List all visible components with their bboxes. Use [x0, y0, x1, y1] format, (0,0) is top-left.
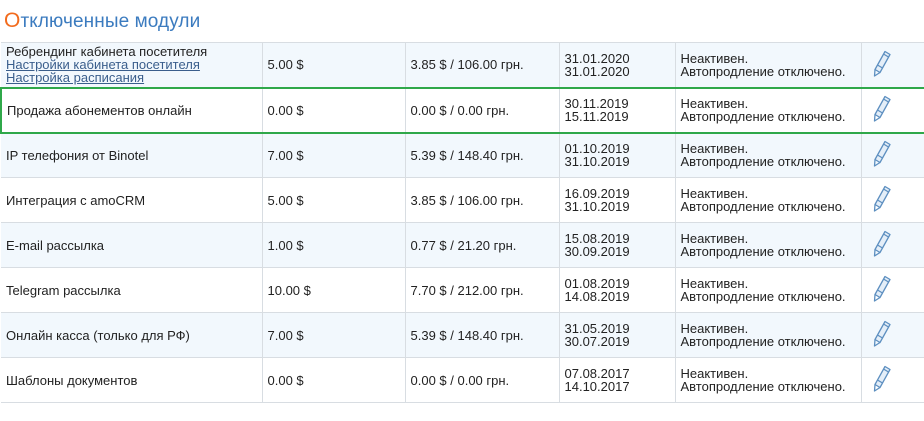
pencil-icon[interactable] [872, 275, 892, 303]
edit-cell [860, 132, 924, 178]
status-cell: Неактивен. Автопродление отключено. [674, 357, 861, 403]
renewal-text: Автопродление отключено. [680, 334, 846, 349]
table-row: Продажа абонементов онлайн 0.00 $ 0.00 $… [0, 86, 924, 134]
table-row: Ребрендинг кабинета посетителя Настройки… [1, 42, 924, 88]
pencil-icon[interactable] [872, 140, 892, 168]
module-name-cell: E-mail рассылка [1, 222, 262, 268]
price-cell: 1.00 $ [261, 222, 405, 268]
edit-cell [860, 357, 924, 403]
renewal-text: Автопродление отключено. [680, 109, 846, 124]
date-to: 30.09.2019 [564, 244, 630, 259]
status-cell: Неактивен. Автопродление отключено. [674, 267, 861, 313]
pencil-icon[interactable] [872, 185, 892, 213]
edit-cell [860, 177, 924, 223]
module-name-cell: Интеграция с amoCRM [1, 177, 262, 223]
table-row: Шаблоны документов 0.00 $ 0.00 $ / 0.00 … [1, 357, 924, 403]
price-cell: 7.00 $ [261, 132, 405, 178]
price-cell: 5.00 $ [261, 42, 405, 88]
pencil-icon[interactable] [872, 95, 892, 123]
table-row: Telegram рассылка 10.00 $ 7.70 $ / 212.0… [1, 267, 924, 313]
date-to: 31.10.2019 [564, 199, 630, 214]
module-name-cell: Онлайн касса (только для РФ) [1, 312, 262, 358]
module-name-cell: Шаблоны документов [1, 357, 262, 403]
converted-price-cell: 0.00 $ / 0.00 грн. [404, 357, 559, 403]
edit-cell [860, 222, 924, 268]
status-cell: Неактивен. Автопродление отключено. [674, 312, 861, 358]
pencil-icon[interactable] [872, 50, 892, 78]
date-to: 31.10.2019 [564, 154, 630, 170]
converted-price-cell: 5.39 $ / 148.40 грн. [404, 132, 559, 178]
section-title-rest: тключенные модули [20, 11, 201, 32]
status-cell: Неактивен. Автопродление отключено. [674, 132, 861, 178]
renewal-text: Автопродление отключено. [680, 244, 846, 259]
edit-cell [860, 42, 924, 88]
dates-cell: 01.10.2019 31.10.2019 [558, 132, 675, 178]
date-to: 14.08.2019 [564, 289, 630, 304]
schedule-settings-link[interactable]: Настройка расписания [6, 71, 257, 84]
dates-cell: 30.11.2019 15.11.2019 [558, 86, 675, 134]
pencil-icon[interactable] [872, 365, 892, 393]
date-to: 31.01.2020 [564, 63, 630, 79]
edit-cell [860, 267, 924, 313]
module-name-cell: IP телефония от Binotel [1, 132, 262, 178]
renewal-text: Автопродление отключено. [680, 154, 846, 170]
price-cell: 7.00 $ [261, 312, 405, 358]
module-name-cell: Ребрендинг кабинета посетителя Настройки… [1, 42, 262, 88]
section-title: Отключенные модули [4, 9, 200, 33]
edit-cell [860, 86, 924, 134]
module-name-cell: Telegram рассылка [1, 267, 262, 313]
price-cell: 10.00 $ [261, 267, 405, 313]
disabled-modules-table: Ребрендинг кабинета посетителя Настройки… [0, 42, 924, 403]
renewal-text: Автопродление отключено. [680, 289, 846, 304]
dates-cell: 07.08.2017 14.10.2017 [558, 357, 675, 403]
status-cell: Неактивен. Автопродление отключено. [674, 222, 861, 268]
date-to: 14.10.2017 [564, 379, 630, 394]
edit-cell [860, 312, 924, 358]
converted-price-cell: 0.00 $ / 0.00 грн. [404, 86, 559, 134]
converted-price-cell: 3.85 $ / 106.00 грн. [404, 42, 559, 88]
date-to: 30.07.2019 [564, 334, 630, 349]
converted-price-cell: 5.39 $ / 148.40 грн. [404, 312, 559, 358]
status-cell: Неактивен. Автопродление отключено. [674, 42, 861, 88]
table-row: Онлайн касса (только для РФ) 7.00 $ 5.39… [1, 312, 924, 358]
dates-cell: 01.08.2019 14.08.2019 [558, 267, 675, 313]
converted-price-cell: 3.85 $ / 106.00 грн. [404, 177, 559, 223]
converted-price-cell: 7.70 $ / 212.00 грн. [404, 267, 559, 313]
dates-cell: 16.09.2019 31.10.2019 [558, 177, 675, 223]
price-cell: 0.00 $ [261, 357, 405, 403]
status-cell: Неактивен. Автопродление отключено. [674, 86, 861, 134]
date-to: 15.11.2019 [564, 109, 629, 124]
table-row: E-mail рассылка 1.00 $ 0.77 $ / 21.20 гр… [1, 222, 924, 268]
price-cell: 5.00 $ [261, 177, 405, 223]
pencil-icon[interactable] [872, 320, 892, 348]
module-name-cell: Продажа абонементов онлайн [0, 86, 262, 134]
date-from: 31.01.2020 [564, 50, 630, 66]
table-row: Интеграция с amoCRM 5.00 $ 3.85 $ / 106.… [1, 177, 924, 223]
status-cell: Неактивен. Автопродление отключено. [674, 177, 861, 223]
renewal-text: Автопродление отключено. [680, 63, 846, 79]
status-text: Неактивен. [680, 50, 749, 66]
table-row: IP телефония от Binotel 7.00 $ 5.39 $ / … [1, 132, 924, 178]
price-cell: 0.00 $ [261, 86, 405, 134]
dates-cell: 15.08.2019 30.09.2019 [558, 222, 675, 268]
pencil-icon[interactable] [872, 230, 892, 258]
converted-price-cell: 0.77 $ / 21.20 грн. [404, 222, 559, 268]
section-title-first-letter: О [4, 9, 21, 32]
renewal-text: Автопродление отключено. [680, 199, 846, 214]
dates-cell: 31.01.2020 31.01.2020 [558, 42, 675, 88]
renewal-text: Автопродление отключено. [680, 379, 846, 394]
dates-cell: 31.05.2019 30.07.2019 [558, 312, 675, 358]
